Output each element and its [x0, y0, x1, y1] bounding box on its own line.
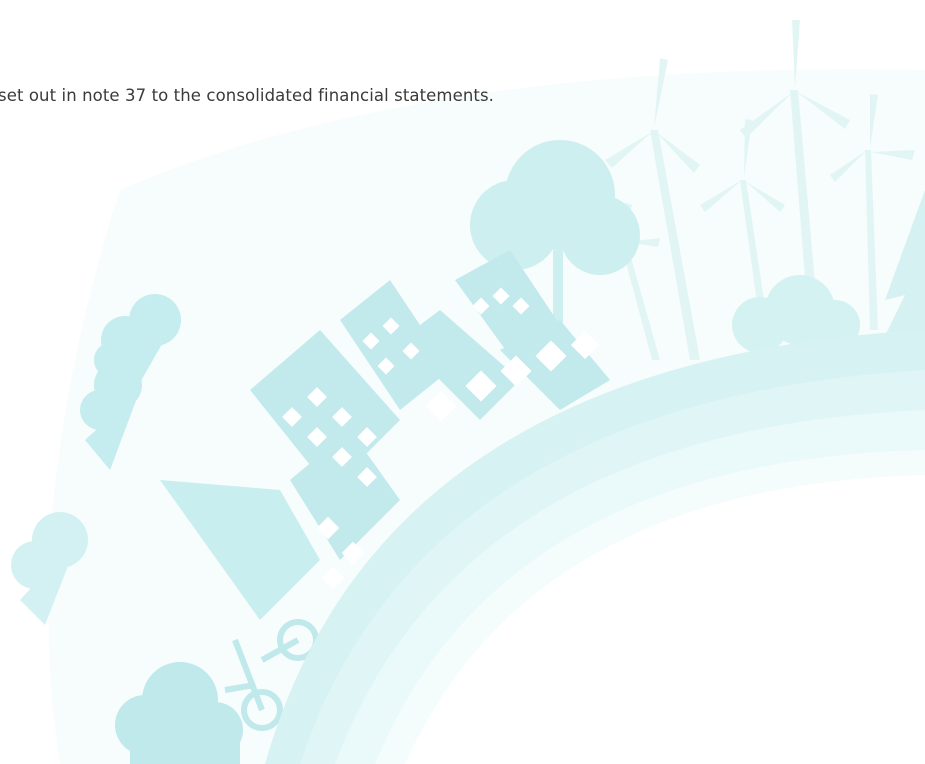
body-text-line: set out in note 37 to the consolidated f…: [0, 86, 495, 105]
document-page: set out in note 37 to the consolidated f…: [0, 0, 925, 764]
eco-city-globe-icon: [11, 20, 925, 764]
